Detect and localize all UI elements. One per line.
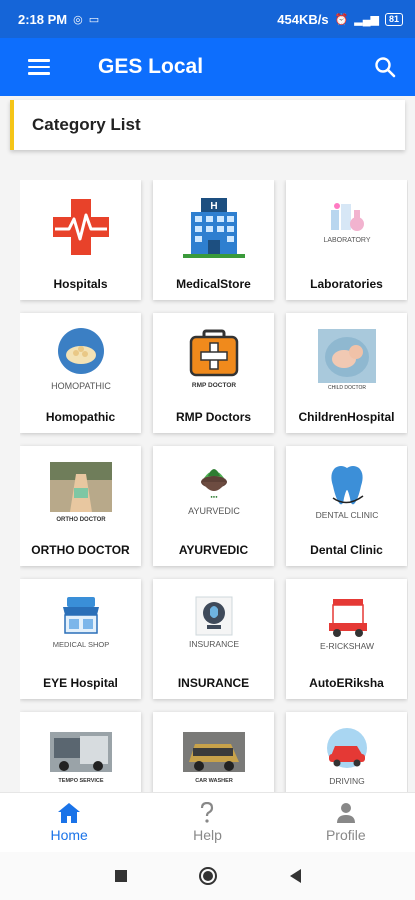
- category-card-ortho-doctor[interactable]: ORTHO DOCTOR ORTHO DOCTOR: [20, 446, 141, 566]
- alarm-icon: ⏰: [334, 13, 349, 26]
- category-label: EYE Hospital: [43, 676, 118, 690]
- nav-help[interactable]: Help: [138, 793, 276, 852]
- category-card-ayurvedic[interactable]: ●●● AYURVEDIC AYURVEDIC: [153, 446, 274, 566]
- category-card-insurance[interactable]: INSURANCE INSURANCE: [153, 579, 274, 699]
- app-bar: GES Local: [0, 38, 415, 96]
- category-label: Dental Clinic: [310, 543, 383, 557]
- image-caption: DRIVING: [329, 776, 364, 786]
- category-label: ChildrenHospital: [298, 410, 395, 424]
- medical-shop-icon: MEDICAL SHOP: [41, 591, 121, 661]
- system-navigation-bar: [0, 852, 415, 900]
- image-caption: ORTHO DOCTOR: [56, 517, 106, 523]
- category-list-title: Category List: [32, 115, 141, 134]
- image-caption: INSURANCE: [188, 639, 238, 649]
- category-label: RMP Doctors: [175, 410, 252, 424]
- home-icon: [58, 803, 81, 823]
- category-label: Laboratories: [310, 277, 383, 291]
- category-label: Homopathic: [45, 410, 116, 424]
- status-time: 2:18 PM: [18, 11, 68, 27]
- child-doctor-photo-icon: CHILD DOCTOR: [307, 325, 387, 395]
- category-label: Hospitals: [53, 277, 108, 291]
- svg-text:●●●: ●●●: [210, 494, 218, 499]
- category-card-rmp-doctors[interactable]: RMP DOCTOR RMP Doctors: [153, 313, 274, 433]
- nav-home[interactable]: Home: [0, 793, 138, 852]
- signal-icon: ▂▄▆: [354, 13, 379, 26]
- image-caption: DENTAL CLINIC: [315, 510, 378, 520]
- laboratory-icon: LABORATORY: [307, 192, 387, 262]
- bottom-navigation: Home Help Profile: [0, 792, 415, 852]
- e-rickshaw-icon: E-RICKSHAW: [307, 591, 387, 661]
- tooth-icon: DENTAL CLINIC: [307, 458, 387, 528]
- category-card-medicalstore[interactable]: H MedicalStore: [153, 180, 274, 300]
- image-caption: HOMOPATHIC: [51, 381, 111, 391]
- laptop-icon: ▭: [88, 13, 100, 26]
- hamburger-menu-icon[interactable]: [28, 59, 50, 75]
- category-label: ORTHO DOCTOR: [31, 543, 130, 557]
- medical-store-building-icon: H: [174, 192, 254, 262]
- battery-icon: 81: [384, 12, 403, 26]
- building-sign: H: [210, 201, 217, 212]
- person-icon: [336, 803, 355, 823]
- image-caption: AYURVEDIC: [188, 506, 240, 516]
- category-card-childrenhospital[interactable]: CHILD DOCTOR ChildrenHospital: [286, 313, 407, 433]
- status-bar: 2:18 PM ◎ ▭ 454KB/s ⏰ ▂▄▆ 81: [0, 0, 415, 38]
- homeopathic-icon: HOMOPATHIC: [41, 325, 121, 395]
- category-card-hospitals[interactable]: Hospitals: [20, 180, 141, 300]
- category-card-driving[interactable]: DRIVING: [286, 712, 407, 792]
- network-speed: 454KB/s: [277, 11, 329, 27]
- nav-profile[interactable]: Profile: [277, 793, 415, 852]
- car-washer-photo-icon: CAR WASHER: [174, 724, 254, 792]
- hospital-cross-icon: [41, 192, 121, 262]
- image-caption: TEMPO SERVICE: [58, 778, 103, 784]
- category-card-car-washer[interactable]: CAR WASHER: [153, 712, 274, 792]
- image-caption: CHILD DOCTOR: [328, 385, 366, 391]
- category-list-header: Category List: [10, 100, 405, 150]
- category-label: MedicalStore: [176, 277, 251, 291]
- ortho-doctor-photo-icon: ORTHO DOCTOR: [41, 458, 121, 528]
- category-card-tempo-service[interactable]: TEMPO SERVICE: [20, 712, 141, 792]
- category-card-dental-clinic[interactable]: DENTAL CLINIC Dental Clinic: [286, 446, 407, 566]
- category-label: INSURANCE: [177, 676, 250, 690]
- category-label: AYURVEDIC: [178, 543, 249, 557]
- search-icon[interactable]: [373, 55, 397, 79]
- image-caption: MEDICAL SHOP: [52, 640, 108, 649]
- category-card-eye-hospital[interactable]: MEDICAL SHOP EYE Hospital: [20, 579, 141, 699]
- category-label: AutoERiksha: [309, 676, 384, 690]
- category-card-autoeriksha[interactable]: E-RICKSHAW AutoERiksha: [286, 579, 407, 699]
- driving-car-icon: DRIVING: [307, 724, 387, 792]
- image-caption: RMP DOCTOR: [191, 382, 235, 389]
- nav-home-label: Home: [50, 827, 88, 843]
- back-icon[interactable]: [288, 868, 302, 884]
- medical-kit-icon: RMP DOCTOR: [174, 325, 254, 395]
- category-card-homopathic[interactable]: HOMOPATHIC Homopathic: [20, 313, 141, 433]
- tempo-truck-photo-icon: TEMPO SERVICE: [41, 724, 121, 792]
- insurance-icon: INSURANCE: [174, 591, 254, 661]
- ayurvedic-mortar-icon: ●●● AYURVEDIC: [174, 458, 254, 528]
- recent-apps-icon[interactable]: [114, 869, 128, 883]
- image-caption: LABORATORY: [323, 237, 370, 244]
- image-caption: E-RICKSHAW: [320, 641, 374, 651]
- app-title: GES Local: [98, 55, 204, 78]
- whatsapp-icon: ◎: [73, 13, 83, 26]
- image-caption: CAR WASHER: [195, 778, 233, 784]
- nav-help-label: Help: [193, 827, 222, 843]
- category-grid: Hospitals H MedicalStore LABORATORY Labo…: [20, 180, 408, 792]
- home-button-icon[interactable]: [198, 866, 218, 886]
- question-icon: [201, 802, 214, 823]
- category-card-laboratories[interactable]: LABORATORY Laboratories: [286, 180, 407, 300]
- nav-profile-label: Profile: [325, 827, 366, 843]
